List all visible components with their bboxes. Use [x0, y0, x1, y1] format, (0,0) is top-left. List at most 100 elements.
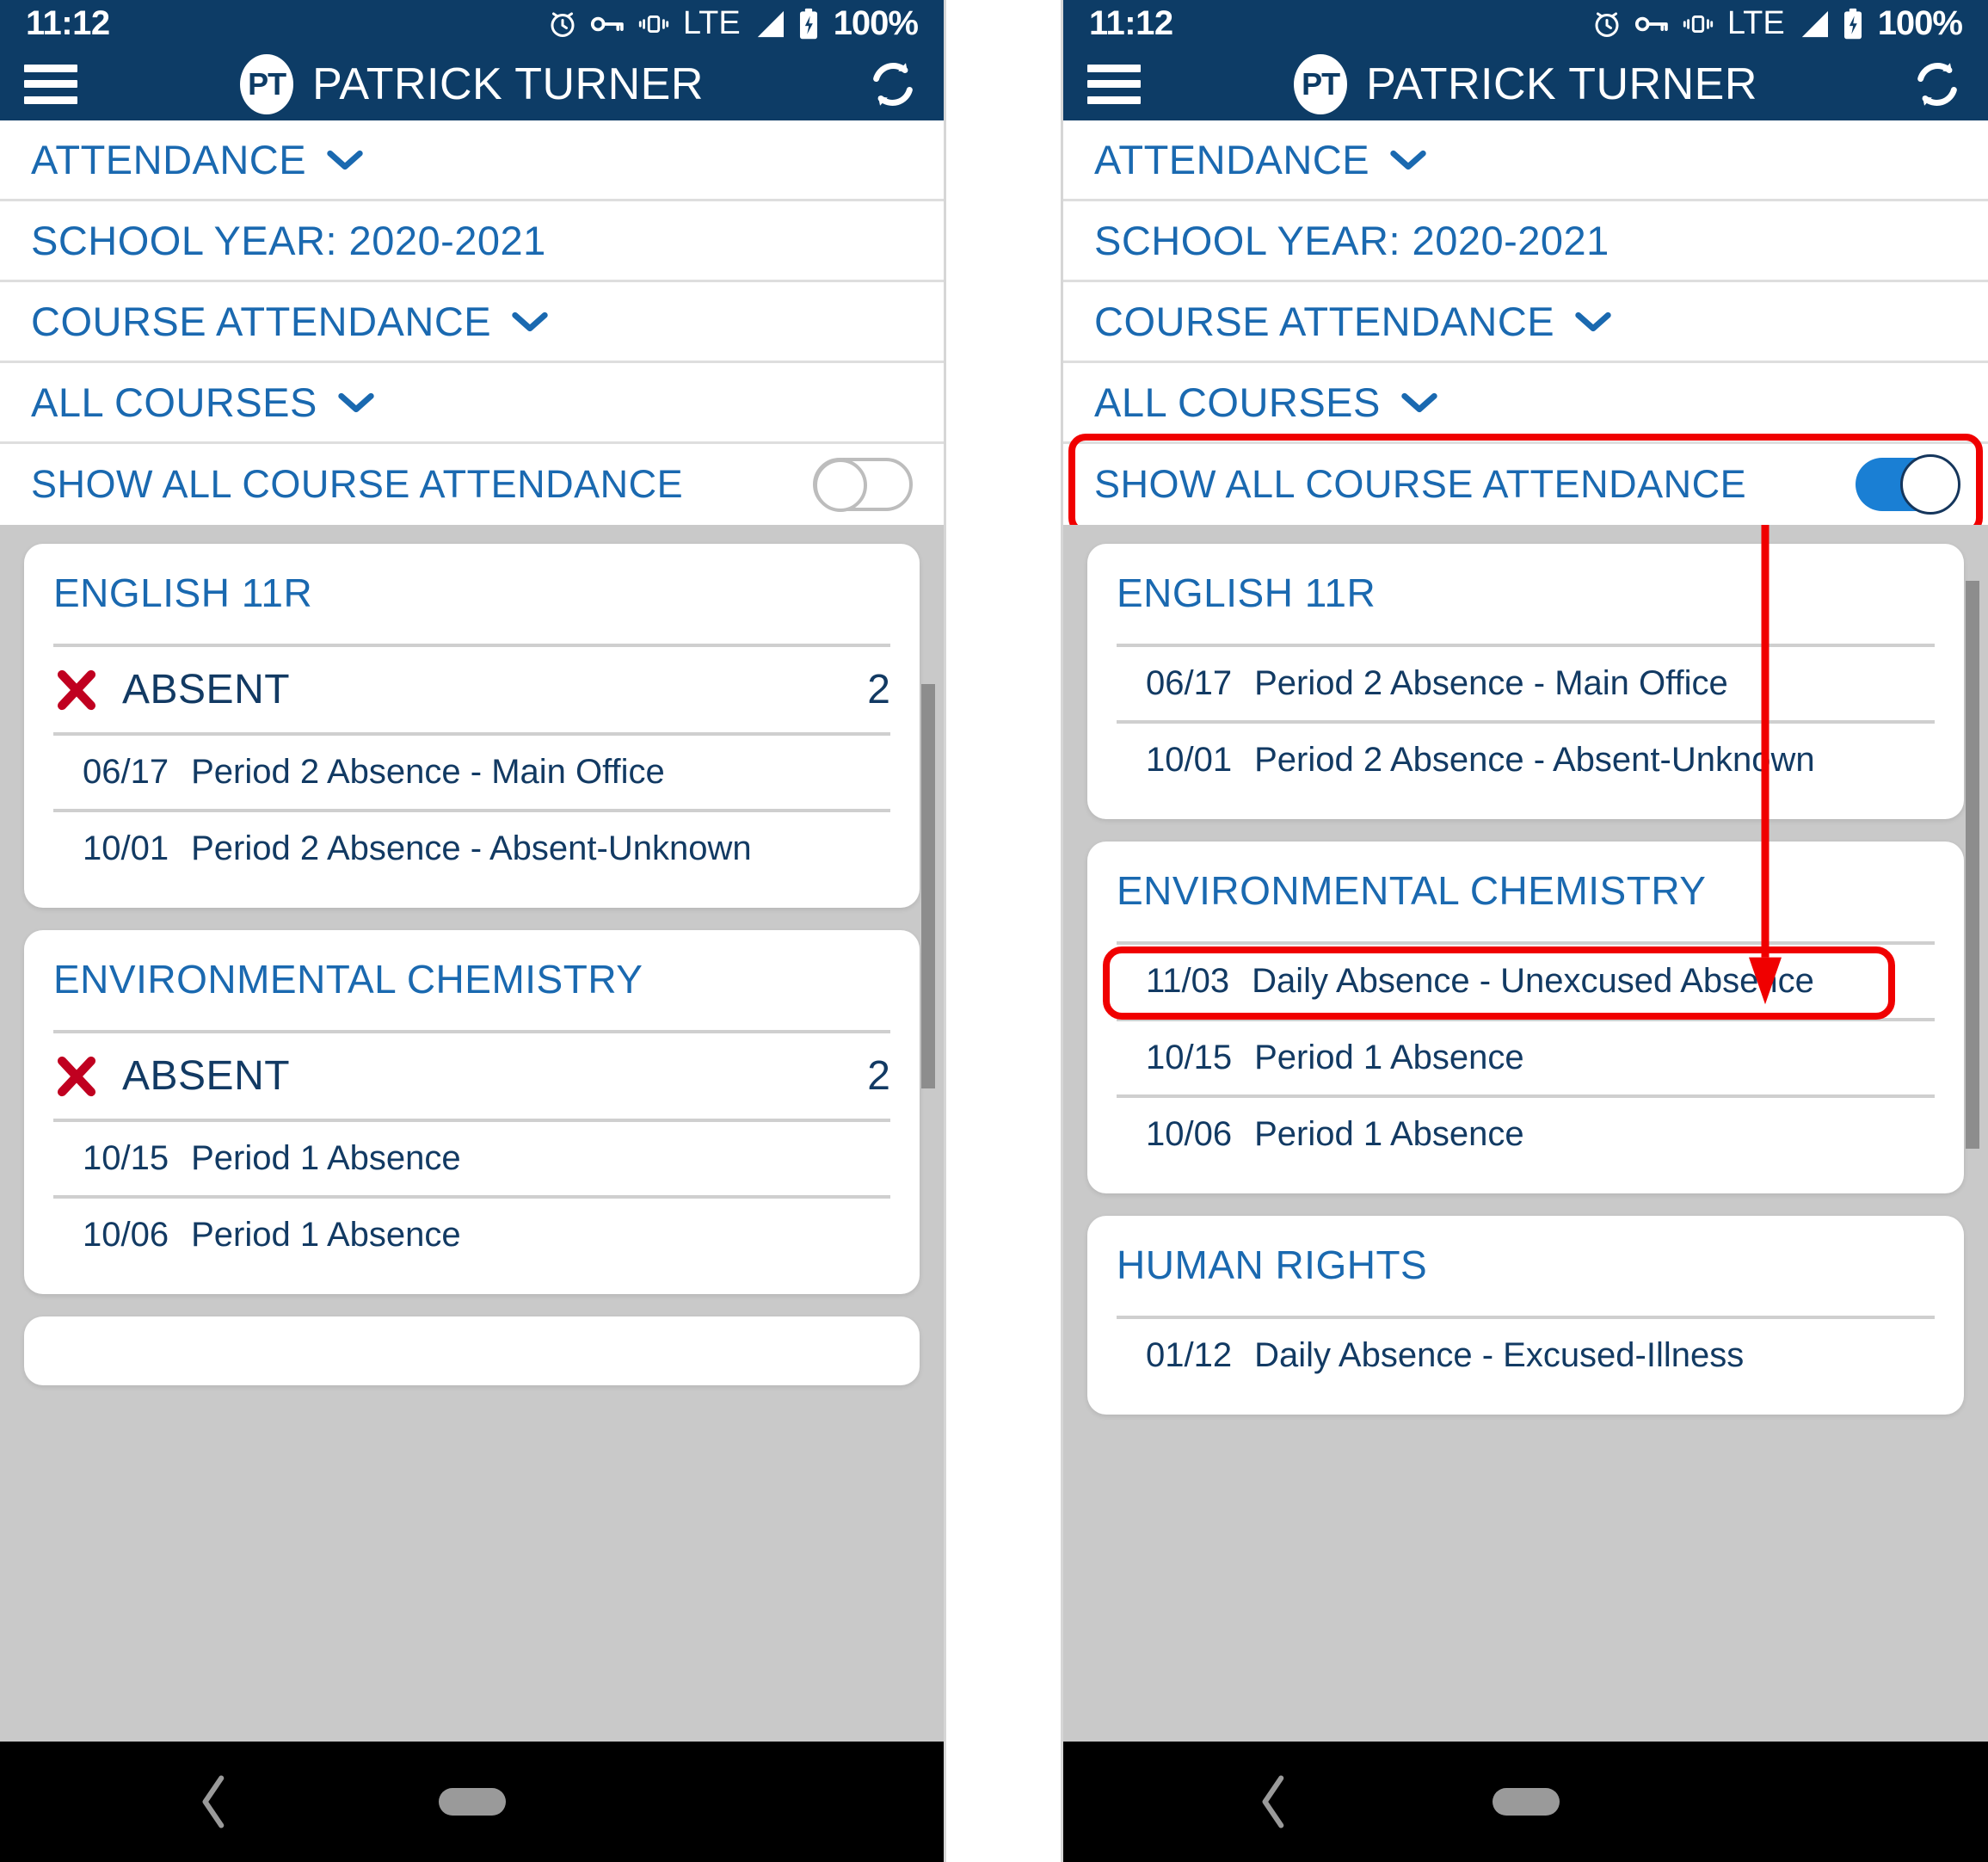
entry-date: 10/06 [1146, 1115, 1233, 1153]
show-all-course-attendance-row[interactable]: SHOW ALL COURSE ATTENDANCE [0, 444, 944, 525]
course-card[interactable]: ENVIRONMENTAL CHEMISTRY ABSENT 2 10/15 P… [24, 930, 920, 1294]
entry-description: Daily Absence - Excused-Illness [1254, 1336, 1745, 1374]
status-bar-left: 11:12 LTE 100% [0, 0, 944, 47]
page-title: PATRICK TURNER [312, 59, 704, 109]
entry-date: 10/15 [1146, 1039, 1233, 1076]
battery-charging-icon [797, 8, 820, 40]
x-mark-icon [53, 667, 100, 713]
vibrate-icon [637, 10, 671, 38]
page-title: PATRICK TURNER [1366, 59, 1757, 109]
lte-label: LTE [682, 5, 741, 41]
course-list-right[interactable]: ENGLISH 11R 06/17 Period 2 Absence - Mai… [1063, 525, 1988, 1742]
filter-attendance[interactable]: ATTENDANCE [0, 120, 944, 201]
system-nav-bar-left [0, 1742, 944, 1862]
absent-count: 2 [867, 1053, 890, 1099]
filter-list-left: ATTENDANCE SCHOOL YEAR: 2020-2021 COURSE… [0, 120, 944, 525]
hamburger-menu-icon[interactable] [24, 64, 77, 104]
lte-label: LTE [1726, 5, 1785, 41]
hamburger-menu-icon[interactable] [1087, 64, 1141, 104]
show-all-course-attendance-label: SHOW ALL COURSE ATTENDANCE [31, 462, 684, 506]
attendance-entry: 10/01 Period 2 Absence - Absent-Unknown [53, 812, 890, 885]
absent-label: ABSENT [122, 1053, 291, 1099]
entry-date: 06/17 [1146, 664, 1233, 702]
filter-attendance[interactable]: ATTENDANCE [1063, 120, 1988, 201]
dual-screenshot-comparison: 11:12 LTE 100% PT PATRICK TURNER ATTENDA… [0, 0, 1988, 1862]
status-time: 11:12 [26, 4, 110, 42]
chevron-down-icon [1388, 147, 1428, 173]
attendance-entry: 10/06 Period 1 Absence [1117, 1098, 1935, 1171]
refresh-icon[interactable] [866, 58, 920, 111]
signal-icon [1797, 9, 1830, 39]
course-card[interactable]: ENGLISH 11R ABSENT 2 06/17 Period 2 Abse… [24, 544, 920, 908]
scrollbar-thumb[interactable] [1966, 581, 1979, 1149]
chevron-down-icon [336, 390, 376, 416]
attendance-entry-highlighted: 11/03 Daily Absence - Unexcused Absence [1117, 945, 1935, 1021]
attendance-entry: 06/17 Period 2 Absence - Main Office [53, 736, 890, 812]
battery-percent: 100% [1877, 4, 1963, 42]
filter-course-attendance[interactable]: COURSE ATTENDANCE [1063, 282, 1988, 363]
show-all-course-attendance-toggle[interactable] [813, 458, 913, 512]
battery-percent: 100% [833, 4, 919, 42]
entry-date: 10/01 [83, 829, 169, 867]
filter-school-year-label: SCHOOL YEAR: 2020-2021 [31, 218, 546, 263]
filter-school-year-label: SCHOOL YEAR: 2020-2021 [1094, 218, 1609, 263]
filter-all-courses[interactable]: ALL COURSES [1063, 363, 1988, 444]
entry-description: Period 1 Absence [1254, 1039, 1524, 1076]
course-card[interactable]: ENGLISH 11R 06/17 Period 2 Absence - Mai… [1087, 544, 1964, 819]
entry-description: Period 2 Absence - Main Office [1254, 664, 1728, 702]
entry-description: Period 1 Absence [191, 1139, 461, 1177]
signal-icon [753, 9, 785, 39]
filter-course-attendance[interactable]: COURSE ATTENDANCE [0, 282, 944, 363]
show-all-course-attendance-toggle[interactable] [1856, 454, 1960, 515]
absent-count: 2 [867, 667, 890, 712]
back-chevron-icon[interactable] [1257, 1773, 1291, 1830]
back-chevron-icon[interactable] [197, 1773, 231, 1830]
show-all-course-attendance-row[interactable]: SHOW ALL COURSE ATTENDANCE [1063, 434, 1988, 535]
right-phone-screen: 11:12 LTE 100% PT PATRICK TURNER ATTENDA… [1063, 0, 1988, 1862]
absent-summary-row: ABSENT 2 [53, 1033, 890, 1122]
filter-attendance-label: ATTENDANCE [31, 137, 307, 182]
battery-charging-icon [1842, 8, 1864, 40]
chevron-down-icon [1400, 390, 1439, 416]
entry-date: 10/01 [1146, 741, 1233, 779]
chevron-down-icon [1573, 309, 1613, 335]
entry-date: 01/12 [1146, 1336, 1233, 1374]
filter-all-courses-label: ALL COURSES [31, 379, 317, 425]
filter-school-year[interactable]: SCHOOL YEAR: 2020-2021 [1063, 201, 1988, 282]
refresh-icon[interactable] [1911, 58, 1964, 111]
attendance-entry: 10/15 Period 1 Absence [1117, 1021, 1935, 1098]
app-bar-right: PT PATRICK TURNER [1063, 47, 1988, 120]
attendance-entry: 10/15 Period 1 Absence [53, 1122, 890, 1199]
course-card[interactable]: HUMAN RIGHTS 01/12 Daily Absence - Excus… [1087, 1216, 1964, 1415]
avatar: PT [1294, 53, 1348, 114]
status-bar-right: 11:12 LTE 100% [1063, 0, 1988, 47]
home-pill-icon[interactable] [438, 1788, 506, 1816]
entry-description: Period 1 Absence [1254, 1115, 1524, 1153]
alarm-icon [1591, 9, 1622, 40]
toggle-knob [814, 459, 867, 512]
entry-date: 10/15 [83, 1139, 169, 1177]
attendance-entry: 10/06 Period 1 Absence [53, 1199, 890, 1272]
entry-description: Period 2 Absence - Absent-Unknown [191, 829, 752, 867]
vibrate-icon [1681, 10, 1715, 38]
entry-description: Period 2 Absence - Main Office [191, 753, 665, 791]
left-phone-screen: 11:12 LTE 100% PT PATRICK TURNER ATTENDA… [0, 0, 946, 1862]
status-time: 11:12 [1089, 4, 1173, 42]
filter-school-year[interactable]: SCHOOL YEAR: 2020-2021 [0, 201, 944, 282]
course-card[interactable]: ENVIRONMENTAL CHEMISTRY 11/03 Daily Abse… [1087, 842, 1964, 1193]
app-bar-left: PT PATRICK TURNER [0, 47, 944, 120]
chevron-down-icon [325, 147, 365, 173]
filter-course-attendance-label: COURSE ATTENDANCE [31, 299, 492, 344]
attendance-entry: 06/17 Period 2 Absence - Main Office [1117, 647, 1935, 724]
course-list-left[interactable]: ENGLISH 11R ABSENT 2 06/17 Period 2 Abse… [0, 525, 944, 1742]
filter-course-attendance-label: COURSE ATTENDANCE [1094, 299, 1555, 344]
vpn-key-icon [590, 10, 625, 38]
system-nav-bar-right [1063, 1742, 1988, 1862]
scrollbar-thumb[interactable] [921, 684, 935, 1088]
vpn-key-icon [1634, 10, 1669, 38]
filter-all-courses[interactable]: ALL COURSES [0, 363, 944, 444]
attendance-entry: 10/01 Period 2 Absence - Absent-Unknown [1117, 724, 1935, 797]
course-card-partial[interactable] [24, 1316, 920, 1385]
home-pill-icon[interactable] [1492, 1788, 1560, 1816]
course-title: HUMAN RIGHTS [1117, 1242, 1935, 1319]
